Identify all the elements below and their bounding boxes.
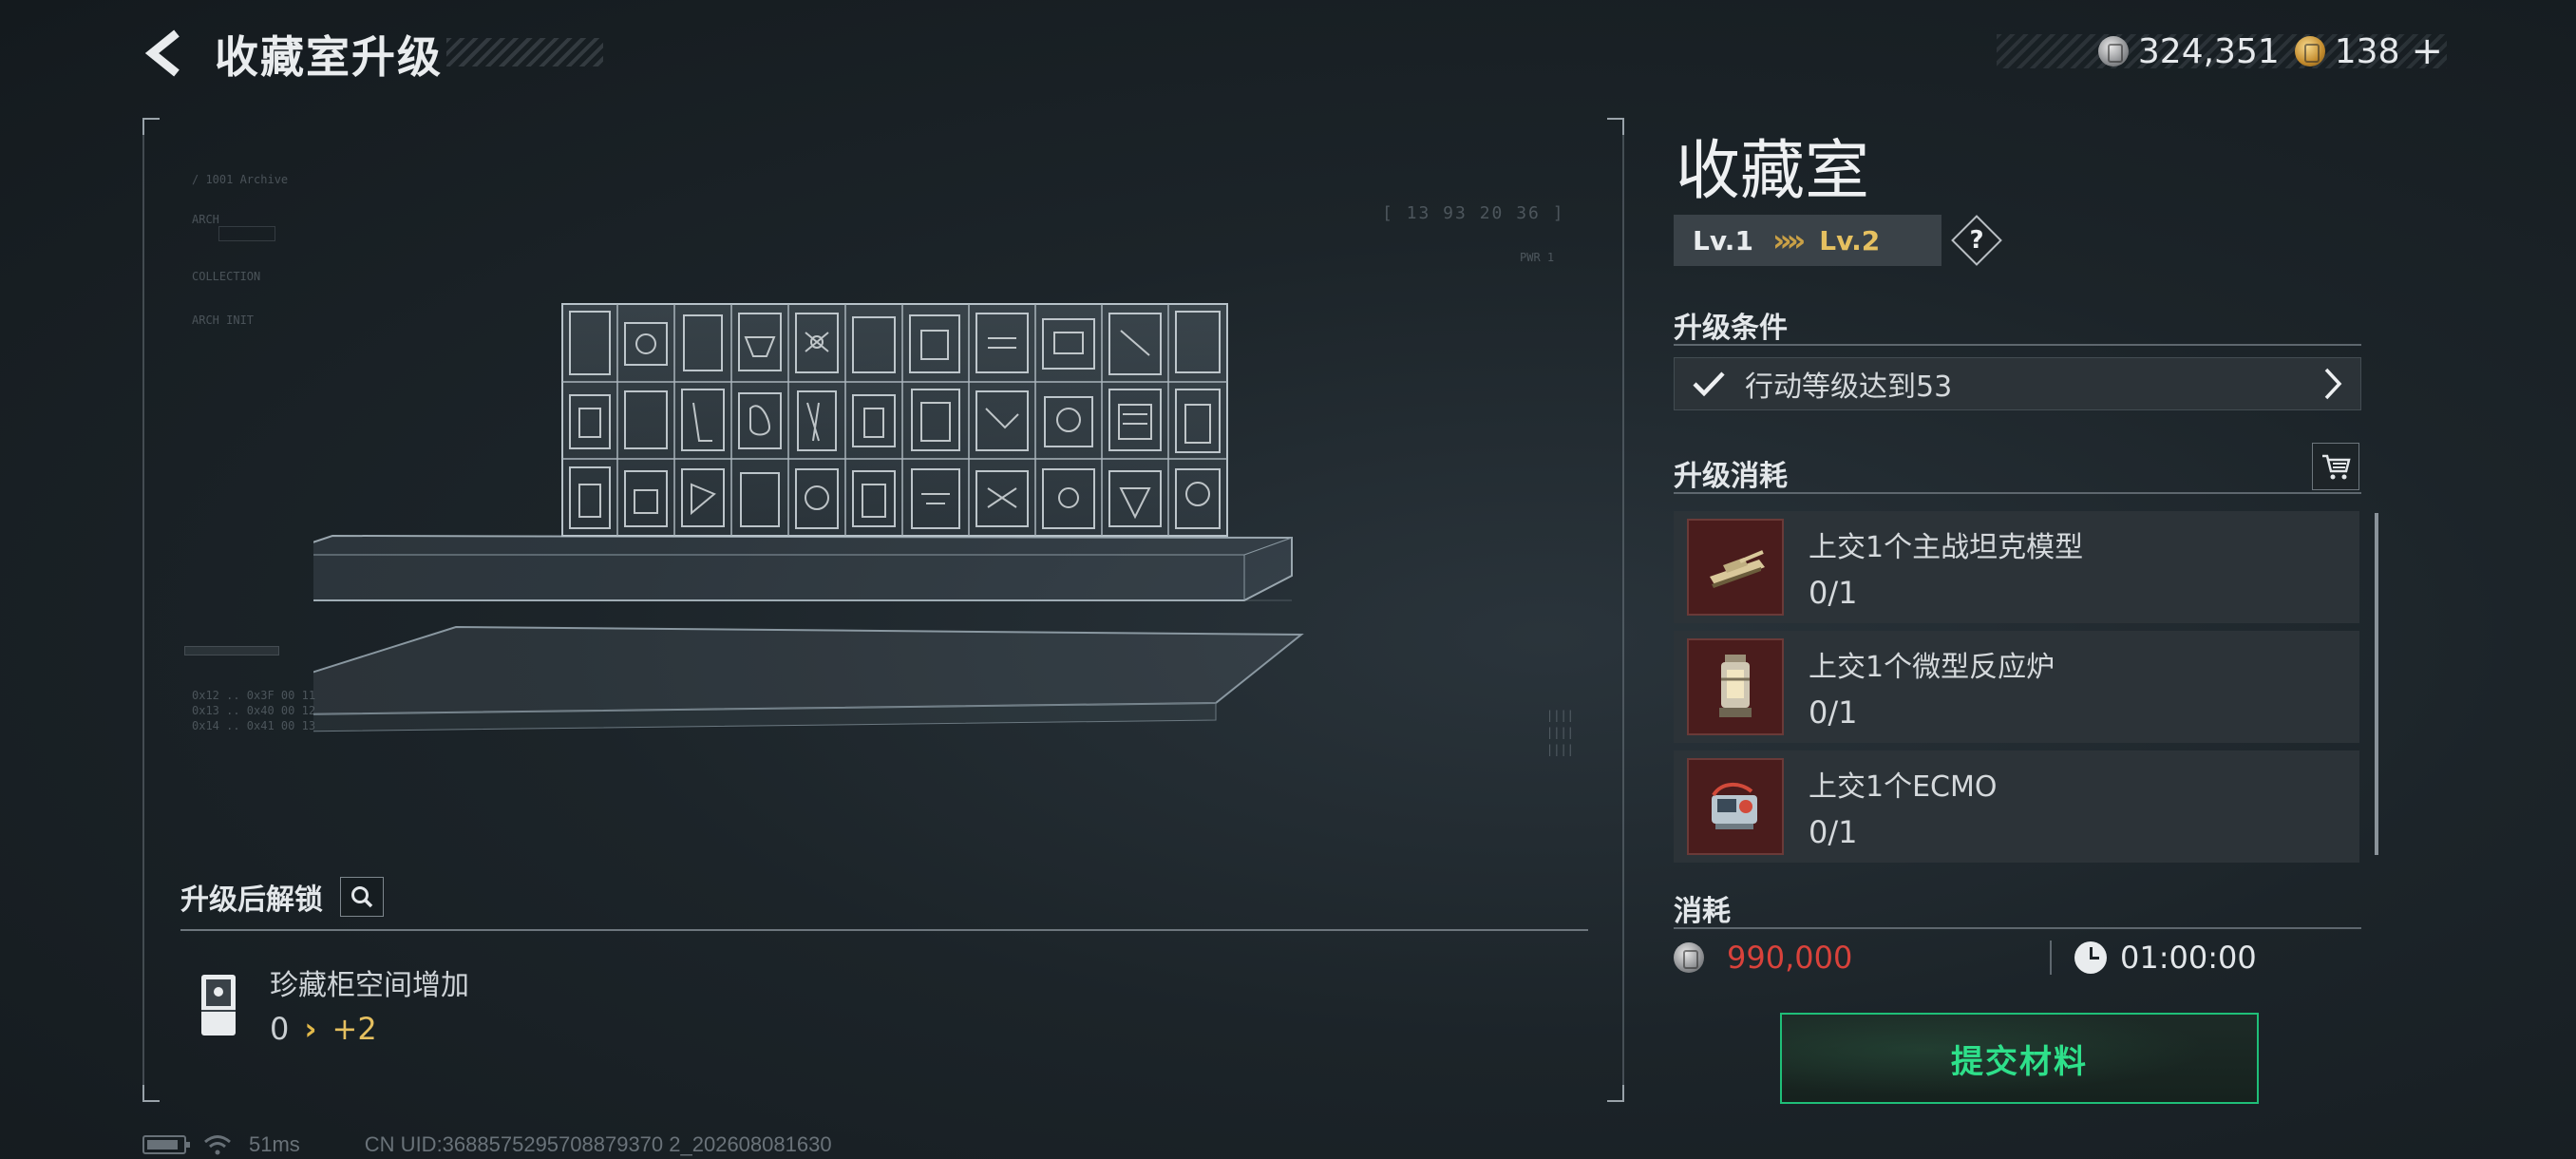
- level-to: Lv.2: [1819, 224, 1881, 256]
- wifi-icon: [204, 1135, 231, 1155]
- required-items-list: 上交1个主战坦克模型 0/1 上交1个微型反应炉 0/1 上交1个ECMO 0/…: [1674, 511, 2359, 863]
- cost-separator: [2050, 940, 2052, 975]
- ecmo-icon: [1712, 783, 1757, 829]
- item-name: 上交1个微型反应炉: [1809, 651, 2055, 684]
- help-button[interactable]: [1951, 215, 2002, 266]
- cost-row: 990,000 01:00:00: [1674, 937, 2361, 978]
- level-from: Lv.1: [1693, 224, 1753, 256]
- micro-reactor-icon: [1719, 655, 1752, 717]
- search-icon: [351, 886, 373, 908]
- silver-coin-icon: [2097, 36, 2129, 66]
- chevron-right-icon: [2324, 368, 2342, 400]
- unlock-preview-button[interactable]: [340, 877, 384, 917]
- chevron-right-icon: ›: [304, 1011, 317, 1047]
- item-thumbnail: [1687, 638, 1784, 735]
- gold-coin-icon: [2294, 36, 2325, 66]
- back-arrow-icon: [144, 29, 180, 77]
- item-count: 0/1: [1809, 814, 1858, 850]
- cost-divider: [1674, 927, 2361, 929]
- required-item-row[interactable]: 上交1个主战坦克模型 0/1: [1674, 511, 2359, 623]
- unlock-from-value: 0: [270, 1011, 290, 1047]
- submit-label: 提交材料: [1951, 1042, 2088, 1081]
- currency-gold[interactable]: 138 +: [2294, 29, 2443, 73]
- item-count: 0/1: [1809, 575, 1858, 611]
- silver-coin-icon: [1674, 942, 1704, 973]
- unlock-item-name: 珍藏柜空间增加: [270, 969, 469, 1002]
- currency-silver[interactable]: 324,351: [2097, 31, 2280, 71]
- consume-title: 升级消耗: [1674, 460, 1788, 493]
- condition-text: 行动等级达到53: [1745, 370, 1953, 404]
- tank-model-icon: [1710, 550, 1765, 588]
- title-decoration: [446, 38, 603, 66]
- unlock-divider: [180, 929, 1588, 931]
- items-scrollbar[interactable]: [2375, 513, 2378, 855]
- add-currency-button[interactable]: +: [2411, 29, 2443, 73]
- unlock-header: 升级后解锁: [180, 876, 384, 918]
- level-badge: Lv.1 »» Lv.2: [1674, 215, 1941, 266]
- cost-title: 消耗: [1674, 895, 1731, 928]
- back-button[interactable]: [142, 27, 188, 80]
- unlock-to-value: +2: [331, 1011, 377, 1047]
- item-name: 上交1个主战坦克模型: [1809, 531, 2084, 564]
- item-thumbnail: [1687, 758, 1784, 855]
- item-name: 上交1个ECMO: [1809, 770, 1998, 804]
- hud-timecode: [ 13 93 20 36 ]: [1382, 203, 1565, 223]
- status-bar: 51ms CN UID:3688575295708879370 2_202608…: [142, 1132, 832, 1157]
- collection-cabinet-hologram: [313, 303, 1304, 732]
- ping-value: 51ms: [249, 1132, 300, 1156]
- cost-value: 990,000: [1727, 940, 1853, 976]
- unlock-value-change: 0 › +2: [270, 1011, 377, 1047]
- cart-icon: [2322, 454, 2351, 480]
- page-title: 收藏室升级: [215, 31, 443, 83]
- unlock-title: 升级后解锁: [180, 884, 323, 917]
- conditions-divider: [1674, 344, 2361, 346]
- currency-bar: 324,351 138 +: [1997, 29, 2447, 73]
- clock-icon: [2074, 941, 2107, 974]
- condition-row[interactable]: 行动等级达到53: [1674, 357, 2361, 410]
- silver-amount: 324,351: [2137, 31, 2280, 71]
- required-item-row[interactable]: 上交1个微型反应炉 0/1: [1674, 631, 2359, 743]
- submit-materials-button[interactable]: 提交材料: [1780, 1013, 2259, 1104]
- required-item-row[interactable]: 上交1个ECMO 0/1: [1674, 750, 2359, 863]
- consume-divider: [1674, 492, 2361, 494]
- battery-icon: [142, 1135, 190, 1154]
- checkmark-icon: [1693, 371, 1725, 397]
- item-count: 0/1: [1809, 694, 1858, 731]
- gold-amount: 138: [2334, 31, 2400, 71]
- item-thumbnail: [1687, 519, 1784, 616]
- conditions-title: 升级条件: [1674, 312, 1788, 345]
- uid-text: CN UID:3688575295708879370 2_20260808163…: [364, 1132, 832, 1156]
- level-arrows-icon: »»: [1771, 222, 1806, 258]
- upgrade-time: 01:00:00: [2120, 940, 2257, 976]
- shop-cart-button[interactable]: [2312, 443, 2359, 490]
- room-name: 收藏室: [1676, 134, 1870, 209]
- display-cabinet-icon: [201, 975, 236, 1036]
